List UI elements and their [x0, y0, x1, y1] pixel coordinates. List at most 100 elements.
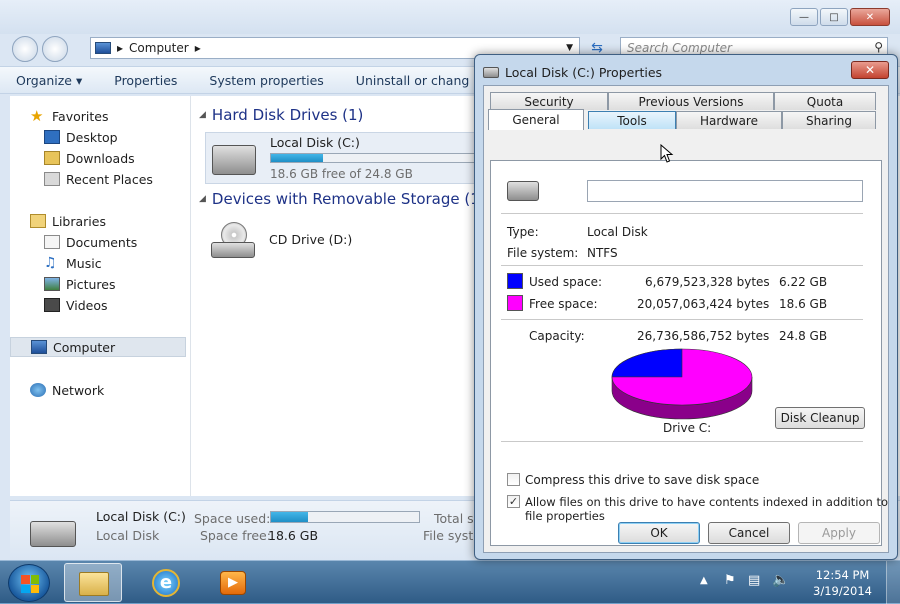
sidebar-item-label: Documents [66, 234, 138, 250]
sidebar-item-label: Network [52, 382, 105, 398]
show-desktop-button[interactable] [886, 561, 900, 604]
index-checkbox[interactable]: ✓ [507, 495, 520, 508]
internet-explorer-icon: e [152, 569, 180, 597]
details-free-value: 18.6 GB [268, 528, 319, 543]
cancel-button[interactable]: Cancel [708, 522, 790, 544]
mouse-cursor-icon [660, 144, 674, 163]
group-header-hdd[interactable]: ◢ Hard Disk Drives (1) [199, 106, 363, 124]
breadcrumb-separator-icon: ▸ [194, 41, 201, 55]
collapse-icon: ◢ [199, 110, 206, 120]
tab-sharing[interactable]: Sharing [782, 111, 876, 129]
tab-security[interactable]: Security [490, 92, 608, 110]
clock[interactable]: 12:54 PM 3/19/2014 [813, 567, 872, 599]
sidebar-item-label: Videos [66, 297, 108, 313]
desktop-icon [44, 130, 60, 144]
used-space-bytes: 6,679,523,328 bytes [645, 275, 770, 289]
action-center-flag-icon[interactable]: ⚑ [724, 573, 736, 588]
sidebar-item-videos[interactable]: Videos [44, 295, 108, 315]
search-icon[interactable]: ⚲ [874, 40, 883, 54]
close-button[interactable]: ✕ [850, 8, 890, 26]
uninstall-button[interactable]: Uninstall or chang [340, 73, 486, 88]
free-space-label: Free space: [529, 297, 598, 311]
drive-name: Local Disk (C:) [270, 135, 360, 150]
documents-icon [44, 235, 60, 249]
windows-logo-icon [21, 575, 39, 593]
network-tray-icon[interactable]: ▤ [748, 573, 760, 588]
sidebar-item-desktop[interactable]: Desktop [44, 127, 118, 147]
sidebar-item-recent-places[interactable]: Recent Places [44, 169, 153, 189]
ok-button[interactable]: OK [618, 522, 700, 544]
sidebar-item-computer[interactable]: Computer [10, 337, 186, 357]
details-usage-fill [271, 512, 308, 522]
filesystem-label: File system: [507, 246, 579, 260]
group-header-label: Hard Disk Drives (1) [211, 106, 364, 124]
minimize-button[interactable]: — [790, 8, 818, 26]
maximize-button[interactable]: □ [820, 8, 848, 26]
hard-drive-icon [212, 145, 256, 175]
address-dropdown-icon[interactable]: ▼ [566, 43, 573, 53]
collapse-icon: ◢ [199, 194, 206, 204]
capacity-gb: 24.8 GB [779, 329, 828, 343]
sidebar-item-label: Favorites [52, 108, 109, 124]
disk-cleanup-button[interactable]: Disk Cleanup [775, 407, 865, 429]
sidebar-item-label: Music [66, 255, 102, 271]
sidebar-item-favorites[interactable]: ★ Favorites [30, 106, 108, 126]
organize-button[interactable]: Organize ▾ [0, 73, 98, 88]
free-space-swatch [507, 295, 523, 311]
downloads-icon [44, 151, 60, 165]
dialog-titlebar: Local Disk (C:) Properties [483, 61, 662, 83]
hard-drive-icon [483, 66, 499, 78]
taskbar-media-player-button[interactable]: ▶ [204, 563, 262, 602]
tab-quota[interactable]: Quota [774, 92, 876, 110]
sidebar-item-documents[interactable]: Documents [44, 232, 137, 252]
tab-tools[interactable]: Tools [588, 111, 676, 129]
breadcrumb-computer[interactable]: Computer [129, 41, 189, 55]
sidebar-item-label: Libraries [52, 213, 106, 229]
sidebar-item-label: Recent Places [66, 171, 153, 187]
details-total-label: Total s [434, 511, 474, 526]
tab-general[interactable]: General [488, 109, 584, 130]
general-tab-page: Type: Local Disk File system: NTFS Used … [490, 160, 888, 546]
explorer-titlebar: — □ ✕ [0, 0, 900, 34]
separator [501, 213, 863, 214]
sidebar-item-label: Computer [53, 339, 116, 355]
tab-hardware[interactable]: Hardware [676, 111, 782, 129]
sidebar-item-libraries[interactable]: Libraries [30, 211, 106, 231]
type-value: Local Disk [587, 225, 648, 239]
taskbar: e ▶ ▲ ⚑ ▤ 🔈 12:54 PM 3/19/2014 [0, 560, 900, 604]
properties-button[interactable]: Properties [98, 73, 193, 88]
details-usage-bar [270, 511, 420, 523]
apply-button[interactable]: Apply [798, 522, 880, 544]
details-drive-name: Local Disk (C:) [96, 509, 186, 524]
star-icon: ★ [30, 107, 44, 125]
volume-label-input[interactable] [587, 180, 863, 202]
sidebar-item-music[interactable]: ♫ Music [44, 253, 102, 273]
sidebar-item-pictures[interactable]: Pictures [44, 274, 116, 294]
sidebar-item-network[interactable]: Network [30, 380, 104, 400]
start-button[interactable] [8, 564, 50, 602]
recent-places-icon [44, 172, 60, 186]
libraries-icon [30, 214, 46, 228]
volume-icon[interactable]: 🔈 [772, 572, 789, 588]
forward-button[interactable] [42, 36, 68, 62]
drive-usage-fill [271, 154, 323, 162]
system-properties-button[interactable]: System properties [193, 73, 339, 88]
capacity-label: Capacity: [529, 329, 585, 343]
dialog-close-button[interactable]: ✕ [851, 61, 889, 79]
media-player-icon: ▶ [220, 571, 246, 595]
back-button[interactable] [12, 36, 38, 62]
properties-dialog: Local Disk (C:) Properties ✕ Security Pr… [474, 54, 898, 560]
show-hidden-icons-icon[interactable]: ▲ [700, 575, 708, 586]
cd-drive-tile[interactable]: CD Drive (D:) [205, 214, 495, 266]
dialog-title: Local Disk (C:) Properties [505, 64, 663, 80]
local-disk-tile[interactable]: Local Disk (C:) 18.6 GB free of 24.8 GB [205, 132, 495, 184]
used-space-swatch [507, 273, 523, 289]
filesystem-value: NTFS [587, 246, 618, 260]
group-header-removable[interactable]: ◢ Devices with Removable Storage (1 [199, 190, 480, 208]
taskbar-ie-button[interactable]: e [138, 563, 196, 602]
taskbar-explorer-button[interactable] [64, 563, 122, 602]
clock-date: 3/19/2014 [813, 584, 872, 598]
compress-checkbox[interactable] [507, 473, 520, 486]
tab-previous-versions[interactable]: Previous Versions [608, 92, 774, 110]
sidebar-item-downloads[interactable]: Downloads [44, 148, 135, 168]
